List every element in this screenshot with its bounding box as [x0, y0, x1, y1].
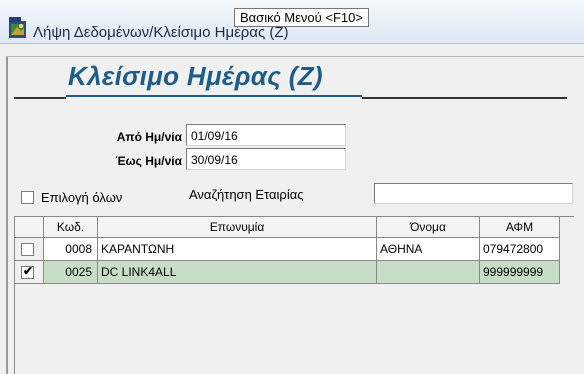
cell-code: 0025	[44, 261, 98, 284]
table-row[interactable]: 0008 ΚΑΡΑΝΤΩΝΗ ΑΘΗΝΑ 079472800	[15, 238, 575, 261]
select-all-checkbox[interactable]	[21, 191, 34, 204]
cell-onoma: ΑΘΗΝΑ	[377, 238, 480, 261]
to-date-label: Έως Ημ/νία	[115, 154, 182, 168]
checkmark-icon: ✔	[23, 264, 34, 278]
column-header-name[interactable]: Επωνυμία	[98, 217, 377, 238]
column-header-code[interactable]: Κωδ.	[44, 217, 98, 238]
window-titlebar: Λήψη Δεδομένων/Κλείσιμο Ημέρας (Ζ) Βασικ…	[0, 0, 584, 44]
to-date-input[interactable]: 30/09/16	[186, 148, 346, 170]
cell-afm: 999999999	[480, 261, 560, 284]
cell-name: ΚΑΡΑΝΤΩΝΗ	[98, 238, 377, 261]
company-search-input[interactable]	[374, 183, 573, 204]
page-title-underline	[66, 95, 362, 97]
company-search-label: Αναζήτηση Εταιρίας	[189, 187, 304, 202]
cell-onoma	[377, 261, 480, 284]
row-checkbox-cell: ✔	[15, 261, 44, 284]
cell-name: DC LINK4ALL	[98, 261, 377, 284]
app-icon-badge	[9, 17, 21, 22]
main-menu-tooltip: Βασικό Μενού <F10>	[234, 8, 369, 27]
row-checkbox[interactable]	[21, 243, 34, 256]
page-title: Κλείσιμο Ημέρας (Ζ)	[68, 61, 323, 91]
checkbox-column-header	[15, 217, 44, 238]
column-header-afm[interactable]: ΑΦΜ	[480, 217, 560, 238]
row-checkbox[interactable]: ✔	[21, 264, 34, 279]
from-date-label: Από Ημ/νία	[116, 130, 182, 144]
select-all-label: Επιλογή όλων	[41, 190, 123, 205]
companies-table: Κωδ. Επωνυμία Όνομα ΑΦΜ 0008 ΚΑΡΑΝΤΩΝΗ Α…	[14, 216, 574, 374]
cell-afm: 079472800	[480, 238, 560, 261]
column-header-onoma[interactable]: Όνομα	[377, 217, 480, 238]
heading-rule-left	[14, 97, 66, 99]
from-date-input[interactable]: 01/09/16	[186, 124, 346, 146]
table-row[interactable]: ✔ 0025 DC LINK4ALL 999999999	[15, 261, 575, 284]
row-checkbox-cell	[15, 238, 44, 261]
cell-code: 0008	[44, 238, 98, 261]
heading-rule-right	[362, 97, 567, 99]
app-icon	[9, 21, 26, 38]
